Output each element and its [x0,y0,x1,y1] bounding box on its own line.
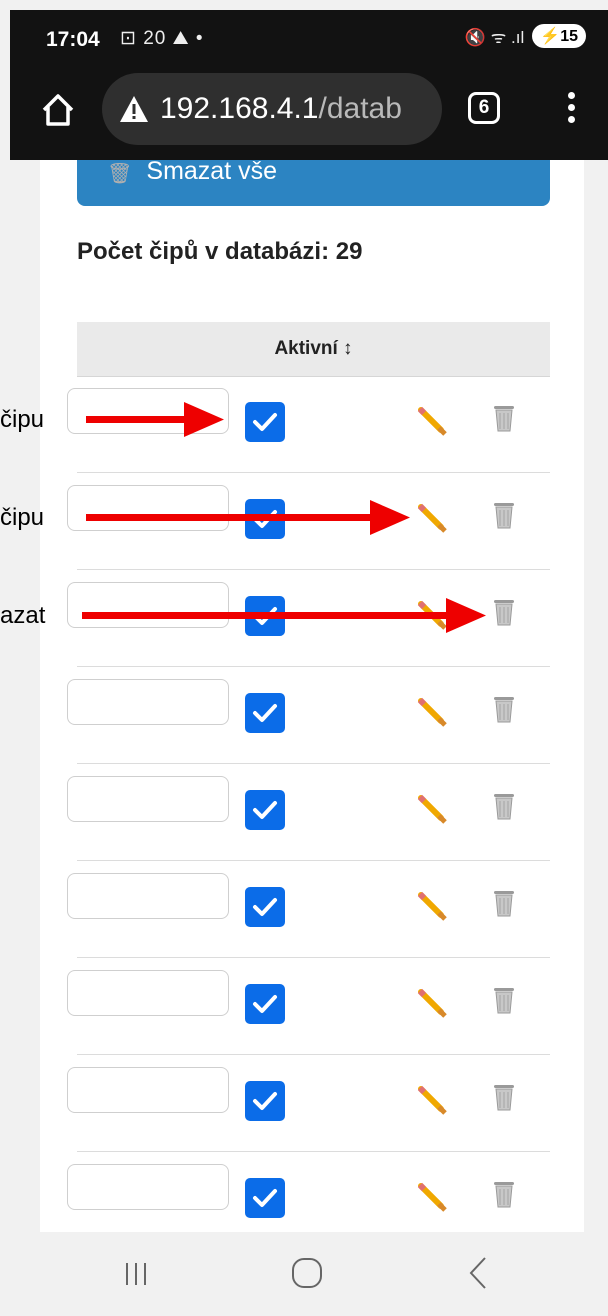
checkmark-icon [253,704,277,722]
red-arrow-annotation [86,402,224,437]
checkmark-icon [253,898,277,916]
checkmark-icon [253,995,277,1013]
trash-icon: 🗑 [107,163,133,185]
delete-trash-icon[interactable] [493,1179,515,1209]
tab-count: 6 [478,97,490,118]
delete-trash-icon[interactable] [493,791,515,821]
home-icon[interactable] [38,90,78,130]
table-row [67,861,550,958]
tab-switcher-button[interactable]: 6 [468,92,500,124]
browser-toolbar: 192.168.4.1/datab 6 [10,70,608,160]
status-notification-icons: ⊡ 20 ⛰ • [120,28,204,49]
active-checkbox[interactable] [245,790,285,830]
red-arrow-annotation [86,500,410,535]
table-row [67,1055,550,1152]
active-checkbox[interactable] [245,1081,285,1121]
table-row [67,1152,550,1232]
column-header-active[interactable]: Aktivní ↕ [77,322,550,377]
checkmark-icon [253,1189,277,1207]
status-bar: 17:04 ⊡ 20 ⛰ • 🔇 ᯤ .ıl ⚡15 [10,10,608,70]
edit-pencil-icon[interactable] [417,1182,447,1212]
status-time: 17:04 [46,28,100,51]
web-page: 🗑 Smazat vše Počet čipů v databázi: 29 A… [40,160,584,1232]
chip-name-input[interactable] [67,873,229,919]
red-arrow-annotation [82,598,486,633]
url-path: /datab [318,92,402,125]
active-checkbox[interactable] [245,693,285,733]
delete-trash-icon[interactable] [493,985,515,1015]
edit-pencil-icon[interactable] [417,794,447,824]
active-checkbox[interactable] [245,984,285,1024]
checkmark-icon [253,801,277,819]
back-icon[interactable] [468,1256,488,1290]
chip-count-heading: Počet čipů v databázi: 29 [77,238,363,265]
delete-trash-icon[interactable] [493,888,515,918]
battery-level: 15 [560,28,578,45]
chip-name-input[interactable] [67,679,229,725]
chip-name-input[interactable] [67,1067,229,1113]
edit-pencil-icon[interactable] [417,697,447,727]
active-checkbox[interactable] [245,887,285,927]
home-nav-icon[interactable] [292,1258,322,1288]
delete-trash-icon[interactable] [493,694,515,724]
edit-pencil-icon[interactable] [417,1085,447,1115]
delete-trash-icon[interactable] [493,1082,515,1112]
edit-pencil-icon[interactable] [417,988,447,1018]
delete-all-label: Smazat vše [146,160,277,185]
more-menu-icon[interactable] [568,92,578,128]
chip-name-input[interactable] [67,776,229,822]
table-row [67,667,550,764]
table-row [67,764,550,861]
active-checkbox[interactable] [245,1178,285,1218]
checkmark-icon [253,1092,277,1110]
not-secure-warning-icon[interactable] [118,94,150,124]
table-row [67,958,550,1055]
signal-icons: 🔇 ᯤ .ıl [464,27,525,47]
battery-indicator: ⚡15 [532,24,586,48]
url-host: 192.168.4.1 [160,92,319,125]
recent-apps-icon[interactable] [122,1260,150,1288]
column-header-label: Aktivní ↕ [274,338,353,359]
system-navigation-bar [0,1232,608,1316]
edit-pencil-icon[interactable] [417,891,447,921]
chip-name-input[interactable] [67,970,229,1016]
address-bar[interactable]: 192.168.4.1/datab [102,73,442,145]
chip-name-input[interactable] [67,1164,229,1210]
delete-all-button[interactable]: 🗑 Smazat vše [77,160,550,206]
